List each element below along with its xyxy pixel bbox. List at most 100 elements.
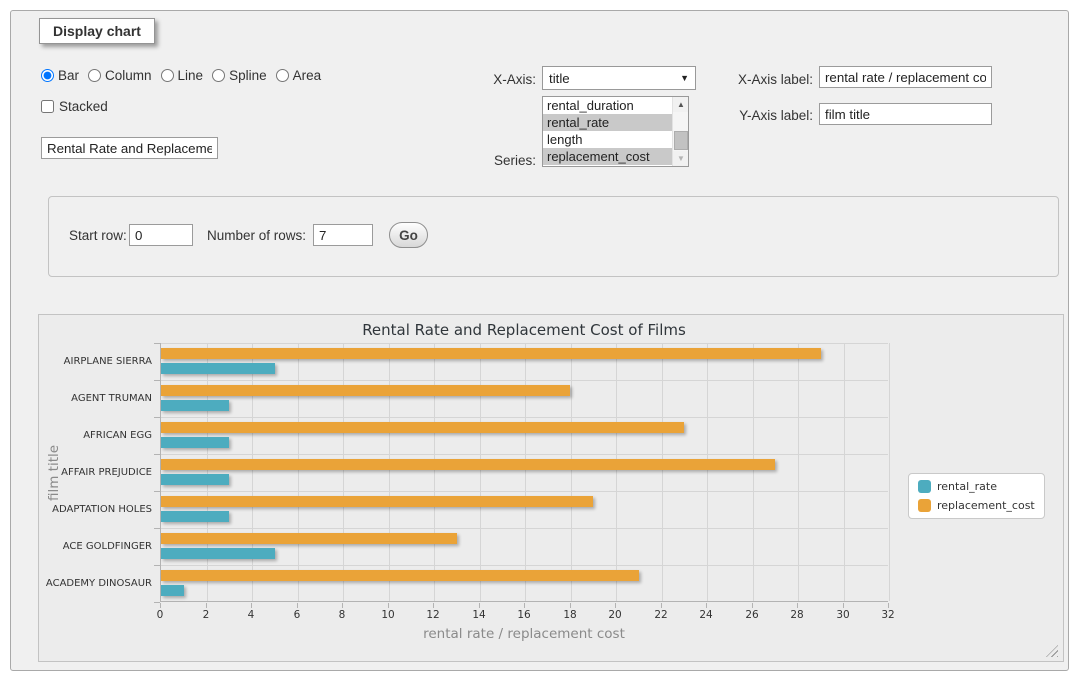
bar-group: [161, 491, 888, 528]
gridline: [889, 343, 890, 601]
go-button[interactable]: Go: [389, 222, 428, 248]
radio-line[interactable]: Line: [161, 68, 204, 83]
stacked-label: Stacked: [59, 99, 108, 114]
chart-bar-rental_rate[interactable]: [161, 400, 229, 411]
x-tick-mark: [342, 603, 343, 608]
bar-group: [161, 343, 888, 380]
x-tick-label: 12: [418, 609, 448, 621]
x-tick-mark: [888, 603, 889, 608]
x-tick-label: 4: [236, 609, 266, 621]
chart-panel: Rental Rate and Replacement Cost of Film…: [38, 314, 1064, 662]
x-tick-mark: [843, 603, 844, 608]
y-tick-mark: [154, 565, 160, 566]
radio-input-line[interactable]: [161, 69, 174, 82]
chart-bar-rental_rate[interactable]: [161, 548, 275, 559]
chart-bar-rental_rate[interactable]: [161, 437, 229, 448]
radio-label: Bar: [58, 68, 79, 83]
stacked-checkbox[interactable]: [41, 100, 54, 113]
x-tick-label: 18: [555, 609, 585, 621]
x-tick-mark: [570, 603, 571, 608]
x-tick-mark: [206, 603, 207, 608]
x-tick-label: 16: [509, 609, 539, 621]
bar-group: [161, 417, 888, 454]
x-tick-label: 32: [873, 609, 903, 621]
series-option[interactable]: rental_duration: [543, 97, 688, 114]
resize-grip-icon[interactable]: [1046, 645, 1058, 657]
chart-bar-replacement_cost[interactable]: [161, 533, 457, 544]
radio-column[interactable]: Column: [88, 68, 152, 83]
scroll-down-icon[interactable]: ▼: [673, 151, 689, 166]
category-label: ACADEMY DINOSAUR: [39, 565, 152, 602]
legend-swatch: [918, 499, 931, 512]
radio-input-bar[interactable]: [41, 69, 54, 82]
radio-spline[interactable]: Spline: [212, 68, 267, 83]
number-of-rows-input[interactable]: [313, 224, 373, 246]
radio-label: Spline: [229, 68, 267, 83]
chart-bar-rental_rate[interactable]: [161, 363, 275, 374]
x-axis-label-field-label: X-Axis label:: [711, 72, 813, 87]
radio-area[interactable]: Area: [276, 68, 322, 83]
chart-legend: rental_rate replacement_cost: [908, 473, 1045, 519]
radio-label: Line: [178, 68, 204, 83]
scroll-thumb[interactable]: [674, 131, 688, 150]
dropdown-arrow-icon: ▼: [680, 73, 689, 83]
category-label: AFFAIR PREJUDICE: [39, 454, 152, 491]
x-tick-mark: [388, 603, 389, 608]
radio-input-area[interactable]: [276, 69, 289, 82]
bar-group: [161, 380, 888, 417]
chart-bar-replacement_cost[interactable]: [161, 570, 639, 581]
y-tick-mark: [154, 602, 160, 603]
y-axis-label-field-label: Y-Axis label:: [711, 108, 813, 123]
x-axis-select-value: title: [549, 71, 570, 86]
x-tick-mark: [706, 603, 707, 608]
x-tick-mark: [524, 603, 525, 608]
x-tick-label: 10: [373, 609, 403, 621]
series-option[interactable]: rental_rate: [543, 114, 688, 131]
x-tick-mark: [160, 603, 161, 608]
x-tick-label: 24: [691, 609, 721, 621]
chart-bar-replacement_cost[interactable]: [161, 348, 821, 359]
x-tick-mark: [297, 603, 298, 608]
radio-label: Column: [105, 68, 152, 83]
legend-item-replacement_cost[interactable]: replacement_cost: [918, 499, 1035, 512]
chart-bar-replacement_cost[interactable]: [161, 385, 570, 396]
x-tick-label: 14: [464, 609, 494, 621]
series-option[interactable]: replacement_cost: [543, 148, 688, 165]
number-of-rows-label: Number of rows:: [207, 228, 306, 243]
display-chart-fieldset: BarColumnLineSplineArea Stacked X-Axis: …: [10, 10, 1069, 671]
series-listbox[interactable]: rental_durationrental_ratelengthreplacem…: [542, 96, 689, 167]
y-tick-mark: [154, 528, 160, 529]
radio-bar[interactable]: Bar: [41, 68, 79, 83]
y-tick-mark: [154, 454, 160, 455]
chart-bar-rental_rate[interactable]: [161, 511, 229, 522]
category-label: ACE GOLDFINGER: [39, 528, 152, 565]
x-axis-select[interactable]: title ▼: [542, 66, 696, 90]
chart-title: Rental Rate and Replacement Cost of Film…: [160, 321, 888, 339]
x-tick-label: 0: [145, 609, 175, 621]
chart-bar-replacement_cost[interactable]: [161, 459, 775, 470]
plot-area: [160, 343, 888, 602]
legend-swatch: [918, 480, 931, 493]
x-axis-label-input[interactable]: [819, 66, 992, 88]
chart-bar-replacement_cost[interactable]: [161, 422, 684, 433]
row-range-panel: Start row: Number of rows: Go: [48, 196, 1059, 277]
radio-input-spline[interactable]: [212, 69, 225, 82]
bar-group: [161, 528, 888, 565]
chart-bar-rental_rate[interactable]: [161, 585, 184, 596]
y-axis-label-input[interactable]: [819, 103, 992, 125]
chart-title-input[interactable]: [41, 137, 218, 159]
chart-bar-replacement_cost[interactable]: [161, 496, 593, 507]
display-chart-legend: Display chart: [39, 18, 155, 44]
chart-bar-rental_rate[interactable]: [161, 474, 229, 485]
start-row-input[interactable]: [129, 224, 193, 246]
legend-item-rental_rate[interactable]: rental_rate: [918, 480, 1035, 493]
series-option[interactable]: length: [543, 131, 688, 148]
radio-input-column[interactable]: [88, 69, 101, 82]
series-scrollbar[interactable]: ▲ ▼: [672, 97, 688, 166]
x-tick-label: 26: [737, 609, 767, 621]
category-label: AIRPLANE SIERRA: [39, 343, 152, 380]
x-tick-mark: [479, 603, 480, 608]
scroll-up-icon[interactable]: ▲: [673, 97, 689, 112]
series-label: Series:: [451, 153, 536, 168]
y-tick-mark: [154, 343, 160, 344]
